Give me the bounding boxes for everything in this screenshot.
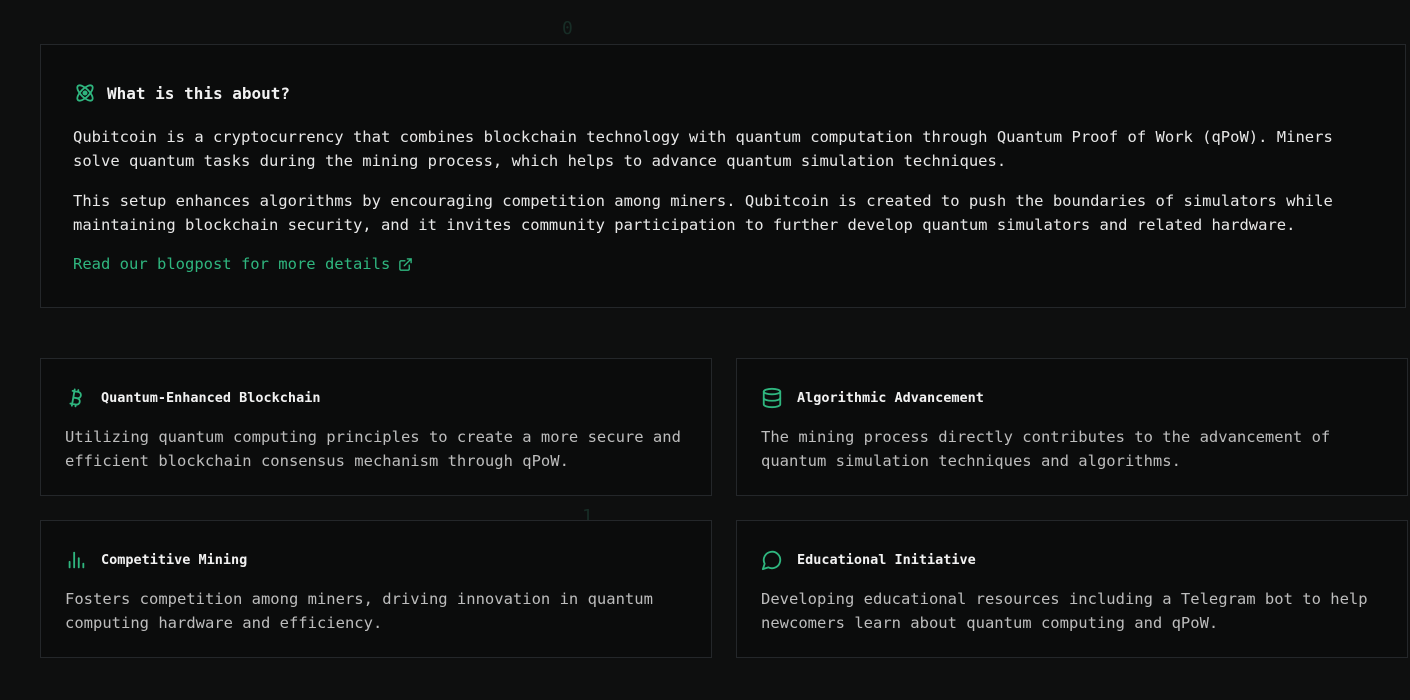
feature-card-competitive-mining: Competitive Mining Fosters competition a…: [40, 520, 712, 658]
atom-icon: [73, 81, 97, 105]
feature-card-description: Fosters competition among miners, drivin…: [65, 590, 653, 632]
feature-card-educational-initiative: Educational Initiative Developing educat…: [736, 520, 1408, 658]
about-header: What is this about?: [73, 81, 1373, 105]
about-paragraph: Qubitcoin is a cryptocurrency that combi…: [73, 128, 1333, 170]
feature-card-algorithmic-advancement: Algorithmic Advancement The mining proce…: [736, 358, 1408, 496]
feature-card-quantum-enhanced-blockchain: Quantum-Enhanced Blockchain Utilizing qu…: [40, 358, 712, 496]
feature-card-description: Utilizing quantum computing principles t…: [65, 428, 681, 470]
feature-card-description: The mining process directly contributes …: [761, 428, 1331, 470]
database-icon: [761, 387, 783, 409]
feature-card-description: Developing educational resources includi…: [761, 590, 1368, 632]
bitcoin-icon: [65, 387, 87, 409]
blogpost-link-label: Read our blogpost for more details: [73, 255, 391, 273]
feature-card-header: Competitive Mining: [65, 549, 687, 571]
external-link-icon: [398, 257, 413, 272]
about-paragraph: This setup enhances algorithms by encour…: [73, 192, 1333, 234]
feature-card-header: Algorithmic Advancement: [761, 387, 1383, 409]
about-section: What is this about? Qubitcoin is a crypt…: [40, 44, 1406, 308]
feature-card-header: Quantum-Enhanced Blockchain: [65, 387, 687, 409]
blogpost-link[interactable]: Read our blogpost for more details: [73, 255, 413, 273]
feature-card-title: Algorithmic Advancement: [797, 390, 984, 406]
feature-card-title: Competitive Mining: [101, 552, 248, 568]
background-digit: 0: [562, 18, 573, 39]
chat-bubble-icon: [761, 549, 783, 571]
bar-chart-icon: [65, 549, 87, 571]
feature-card-title: Educational Initiative: [797, 552, 976, 568]
feature-card-header: Educational Initiative: [761, 549, 1383, 571]
feature-card-title: Quantum-Enhanced Blockchain: [101, 390, 321, 406]
about-title: What is this about?: [107, 83, 291, 103]
